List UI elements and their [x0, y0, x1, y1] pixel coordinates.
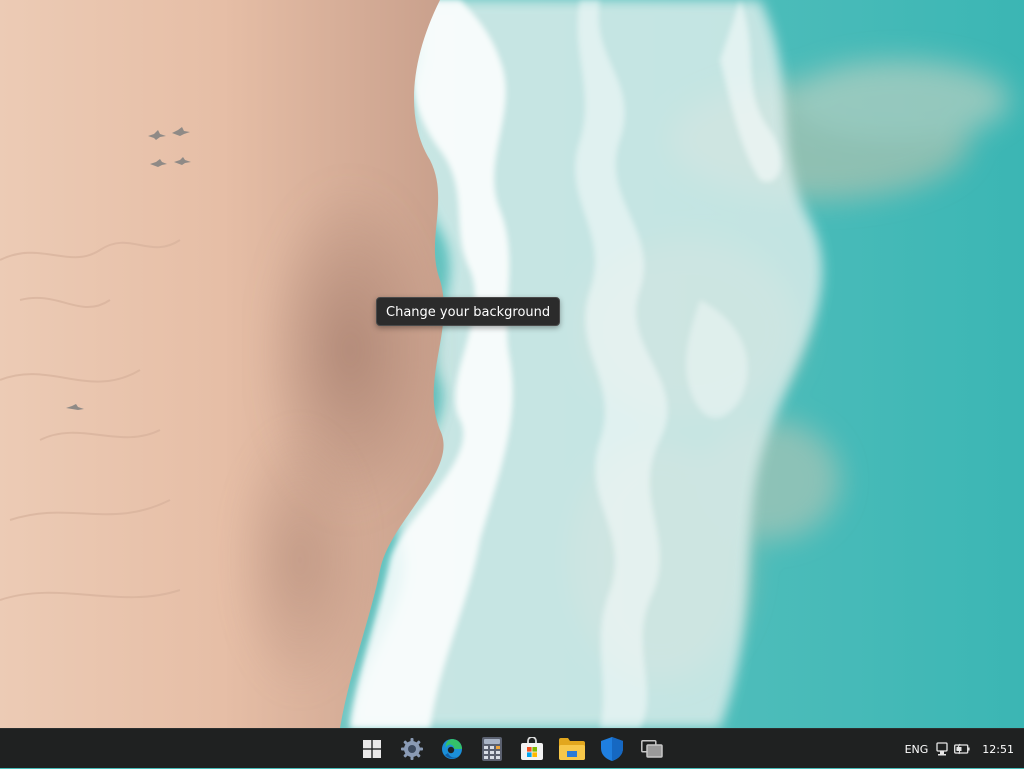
settings-taskbar-button[interactable] [392, 729, 432, 769]
edge-taskbar-button[interactable] [432, 729, 472, 769]
task-view-icon [641, 740, 663, 758]
start-button[interactable] [352, 729, 392, 769]
calculator-taskbar-button[interactable] [472, 729, 512, 769]
edge-browser-icon [440, 737, 464, 761]
system-tray: ENG 12:51 [905, 729, 1014, 769]
taskbar: ENG 12:51 [0, 728, 1024, 768]
network-icon[interactable] [936, 742, 948, 756]
desktop-wallpaper[interactable] [0, 0, 1024, 728]
folder-icon [559, 738, 585, 760]
calculator-icon [482, 737, 502, 761]
language-indicator[interactable]: ENG [905, 743, 929, 756]
shield-icon [601, 737, 623, 761]
battery-icon[interactable] [954, 743, 970, 755]
store-bag-icon [520, 737, 544, 761]
clock[interactable]: 12:51 [982, 743, 1014, 756]
taskbar-app-icons [352, 729, 672, 769]
gear-icon [400, 737, 424, 761]
file-explorer-taskbar-button[interactable] [552, 729, 592, 769]
store-taskbar-button[interactable] [512, 729, 552, 769]
windows-security-taskbar-button[interactable] [592, 729, 632, 769]
change-background-tooltip: Change your background [376, 297, 561, 326]
windows-logo-icon [363, 740, 381, 758]
task-view-button[interactable] [632, 729, 672, 769]
